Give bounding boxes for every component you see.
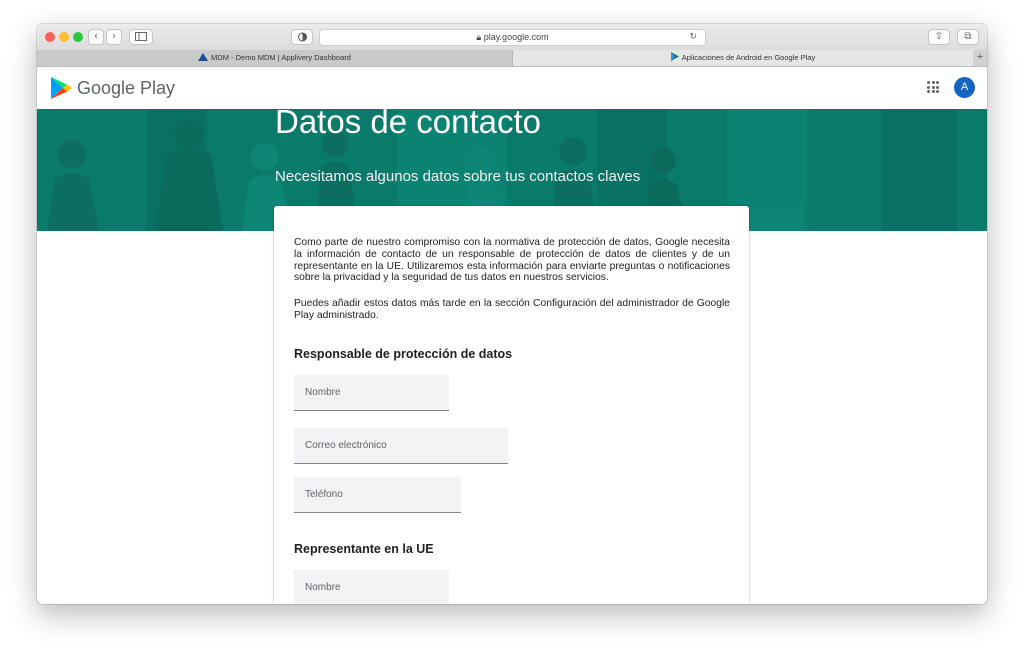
dpo-phone-input[interactable] bbox=[294, 477, 461, 512]
minimize-window-button[interactable] bbox=[59, 32, 69, 42]
share-button[interactable]: ⇪ bbox=[928, 29, 950, 45]
close-window-button[interactable] bbox=[45, 32, 55, 42]
new-tab-button[interactable]: + bbox=[973, 50, 987, 66]
avatar[interactable]: A bbox=[954, 77, 975, 98]
lock-icon: 🔒︎ bbox=[476, 32, 482, 42]
google-play-logo-text[interactable]: Google Play bbox=[77, 78, 175, 99]
maximize-window-button[interactable] bbox=[73, 32, 83, 42]
eu-section-title: Representante en la UE bbox=[294, 542, 434, 556]
tab-applivery[interactable]: MDM - Demo MDM | Applivery Dashboard bbox=[37, 50, 513, 66]
tabs-overview-icon: ⧉ bbox=[964, 31, 972, 42]
reload-icon[interactable]: ↻ bbox=[689, 30, 697, 45]
browser-window: ‹ › 🔒︎ play.google.com ↻ ⇪ ⧉ MDM - Demo … bbox=[37, 24, 987, 604]
address-bar[interactable]: 🔒︎ play.google.com ↻ bbox=[319, 29, 706, 46]
dpo-name-input[interactable] bbox=[294, 375, 449, 410]
eu-name-input[interactable] bbox=[294, 570, 449, 604]
shield-icon bbox=[297, 32, 307, 42]
tabs-overview-button[interactable]: ⧉ bbox=[957, 29, 979, 45]
dpo-section-title: Responsable de protección de datos bbox=[294, 347, 513, 361]
sidebar-icon bbox=[135, 32, 147, 41]
address-url: play.google.com bbox=[483, 32, 549, 42]
dpo-email-input[interactable] bbox=[294, 428, 508, 463]
share-icon: ⇪ bbox=[934, 31, 944, 42]
contact-form-card: Como parte de nuestro compromiso con la … bbox=[274, 206, 749, 604]
apps-grid-icon[interactable] bbox=[927, 81, 939, 93]
chevron-left-icon: ‹ bbox=[94, 31, 98, 42]
forward-button[interactable]: › bbox=[106, 29, 122, 45]
intro-text: Como parte de nuestro compromiso con la … bbox=[294, 237, 730, 284]
sidebar-button[interactable] bbox=[129, 29, 153, 45]
tab-google-play[interactable]: Aplicaciones de Android en Google Play bbox=[513, 50, 973, 66]
dpo-email-field[interactable] bbox=[294, 428, 508, 464]
page-title: Datos de contacto bbox=[275, 109, 541, 140]
privacy-report-button[interactable] bbox=[291, 29, 313, 45]
chevron-right-icon: › bbox=[112, 31, 116, 42]
note-text: Puedes añadir estos datos más tarde en l… bbox=[294, 298, 730, 321]
back-button[interactable]: ‹ bbox=[88, 29, 104, 45]
google-play-logo-icon[interactable] bbox=[50, 76, 72, 100]
tab-bar: MDM - Demo MDM | Applivery Dashboard Apl… bbox=[37, 50, 987, 67]
applivery-logo-icon bbox=[198, 53, 209, 61]
tab-label: MDM - Demo MDM | Applivery Dashboard bbox=[211, 53, 351, 62]
browser-toolbar: ‹ › 🔒︎ play.google.com ↻ ⇪ ⧉ bbox=[37, 24, 987, 51]
dpo-phone-field[interactable] bbox=[294, 477, 461, 513]
google-play-header: Google Play A bbox=[37, 67, 987, 109]
eu-name-field[interactable] bbox=[294, 570, 449, 604]
tab-label: Aplicaciones de Android en Google Play bbox=[681, 53, 816, 62]
dpo-name-field[interactable] bbox=[294, 375, 449, 411]
google-play-icon bbox=[670, 52, 679, 61]
page-subtitle: Necesitamos algunos datos sobre tus cont… bbox=[275, 168, 641, 185]
